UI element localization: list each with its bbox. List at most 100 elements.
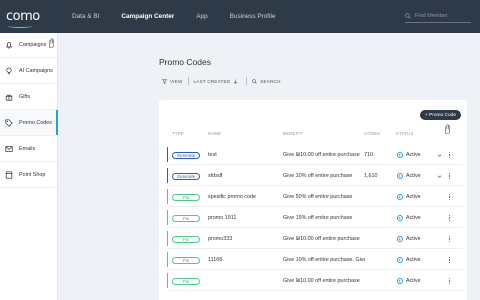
sidebar: Campaigns AI Campaigns Gifts Promo Codes… [0,33,58,300]
row-actions-menu[interactable] [449,145,451,165]
status-label: Active [406,278,421,284]
view-filter-button[interactable]: VIEW [162,79,183,84]
nav-data-bi[interactable]: Data & BI [72,13,99,20]
shop-icon [5,170,13,179]
arrow-down-icon [234,79,238,84]
header-benefit[interactable]: BENEFIT [283,131,303,136]
table-row[interactable]: Generate sfdsdf Give 10% off entire purcha… [167,166,463,186]
play-icon [397,257,403,263]
top-navigation-bar: como Data & BI Campaign Center App Busin… [0,0,480,33]
table-row[interactable]: Fix 11168 Give 10% off entire purchase, Gi… [167,250,463,270]
promo-name: 11168 [208,257,223,263]
promo-name: promo333 [208,236,233,242]
kebab-menu-icon [449,236,451,242]
status-badge[interactable]: Active [397,208,421,228]
sort-button[interactable]: LAST CREATED [194,79,242,84]
nav-app[interactable]: App [196,13,207,20]
page-title: Promo Codes [159,57,211,67]
header-name[interactable]: NAME [208,131,221,136]
promo-benefit: Give 15% off entire purchase [283,215,353,221]
type-badge: Generate [172,172,200,180]
filter-icon [162,78,167,84]
nav-business-profile[interactable]: Business Profile [230,13,276,20]
header-status[interactable]: STATUS [396,131,414,136]
row-actions-menu[interactable] [449,166,451,186]
sidebar-item-label: Campaigns [19,42,47,48]
toolbar-divider [187,77,189,85]
promo-codes-count: 710 [364,152,373,158]
table-header: TYPE NAME BENEFIT CODES STATUS [159,131,467,139]
expand-chevron-icon[interactable] [437,145,442,165]
status-badge[interactable]: Active [397,166,421,186]
row-actions-menu[interactable] [449,271,451,291]
type-badge: Fix [172,193,200,201]
sidebar-item-promo-codes[interactable]: Promo Codes [0,110,58,136]
promo-benefit: Give 10% off entire purchase [283,173,353,179]
como-logo[interactable]: como [6,9,46,28]
status-badge[interactable]: Active [397,145,421,165]
status-badge[interactable]: Active [397,187,421,207]
table-row[interactable]: Fix spesific promo code Give 50% off entir… [167,187,463,207]
status-label: Active [406,173,421,179]
sidebar-item-gifts[interactable]: Gifts [0,84,57,110]
expand-chevron-icon[interactable] [437,166,442,186]
promo-codes-panel: + Promo Code TYPE NAME BENEFIT CODES STA… [159,100,467,300]
kebab-menu-icon [449,194,451,200]
search-icon [405,12,411,19]
type-badge: Generate [172,151,200,159]
sidebar-item-label: Point Shop [19,171,46,178]
hand-cursor-icon [49,38,54,48]
view-label: VIEW [170,78,183,84]
status-badge[interactable]: Active [397,271,421,291]
promo-name: sfdsdf [208,173,223,179]
list-toolbar: VIEW LAST CREATED SEARCH [162,77,281,85]
type-badge: Fix [172,256,200,264]
sidebar-item-emails[interactable]: Emails [0,136,57,162]
bulb-icon [5,67,13,75]
promo-name: promo 1911 [208,215,237,221]
promo-benefit: Give ₪10.00 off entire purchase [283,236,360,242]
find-member-input[interactable] [415,12,470,19]
promo-name: spesific promo code [208,194,256,200]
play-icon [397,152,403,158]
bell-icon [5,41,13,49]
header-type[interactable]: TYPE [172,131,184,136]
kebab-menu-icon [449,215,451,221]
add-promo-code-button[interactable]: + Promo Code [419,110,461,120]
gift-icon [5,93,13,101]
play-icon [397,236,403,242]
table-row[interactable]: Fix Give ₪10.00 off entire purchase Active [167,271,463,291]
status-label: Active [406,257,421,263]
search-icon [252,78,257,84]
table-row[interactable]: Generate test Give ₪10.00 off entire purch… [167,145,463,165]
sidebar-item-label: Emails [19,145,36,152]
status-label: Active [406,194,421,200]
row-actions-menu[interactable] [449,250,451,270]
status-label: Active [406,215,421,221]
header-codes[interactable]: CODES [364,131,380,136]
kebab-menu-icon [449,257,451,263]
main-content: Promo Codes VIEW LAST CREATED SEARCH + P… [58,33,480,300]
row-actions-menu[interactable] [449,208,451,228]
sidebar-item-label: Promo Codes [19,119,52,126]
envelope-icon [5,145,13,153]
toolbar-divider [246,77,248,85]
row-actions-menu[interactable] [449,229,451,249]
play-icon [397,215,403,221]
search-label: SEARCH [260,78,281,84]
status-label: Active [406,236,421,242]
status-badge[interactable]: Active [397,250,421,270]
type-badge: Fix [172,277,200,285]
play-icon [397,173,403,179]
sidebar-item-point-shop[interactable]: Point Shop [0,162,57,188]
table-row[interactable]: Fix promo333 Give ₪10.00 off entire purcha… [167,229,463,249]
status-badge[interactable]: Active [397,229,421,249]
table-row[interactable]: Fix promo 1911 Give 15% off entire purchas… [167,208,463,228]
status-label: Active [406,152,421,158]
sidebar-item-ai-campaigns[interactable]: AI Campaigns [0,58,57,84]
nav-campaign-center[interactable]: Campaign Center [121,13,174,20]
promo-name: test [208,152,217,158]
search-button[interactable]: SEARCH [252,79,280,84]
row-actions-menu[interactable] [449,187,451,207]
play-icon [397,278,403,284]
